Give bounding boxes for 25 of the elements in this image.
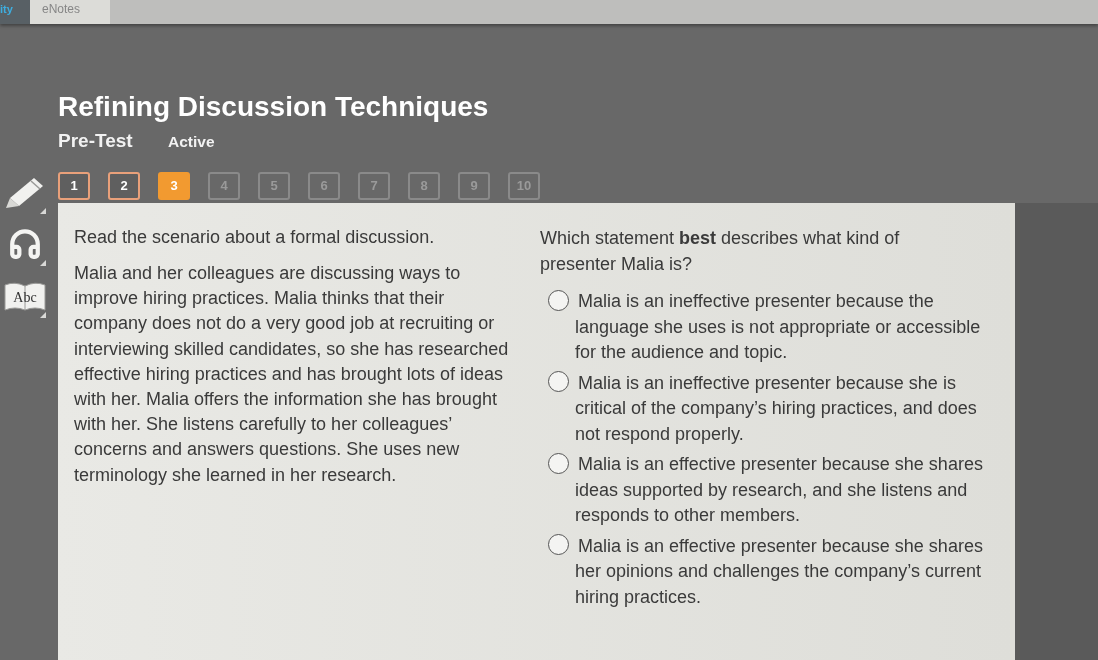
answer-option[interactable]: Malia is an effective presenter because she shares her opinions and challenges the company’s current hiring practices. bbox=[540, 533, 993, 610]
corner-triangle-icon bbox=[40, 312, 46, 318]
passage-instruction: Read the scenario about a formal discussion. bbox=[74, 226, 436, 249]
headphones-icon bbox=[8, 227, 42, 261]
tool-button[interactable]: Abc bbox=[0, 274, 50, 318]
question-number-button[interactable]: 2 bbox=[108, 172, 140, 200]
test-name: Pre-Test bbox=[58, 130, 134, 152]
corner-triangle-icon bbox=[40, 260, 46, 266]
cut-off-label: ity bbox=[0, 3, 13, 16]
answer-option[interactable]: Malia is an ineffective presenter because she is critical of the company’s hiring practices, and does not respond properly. bbox=[540, 370, 993, 447]
corner-triangle-icon bbox=[40, 208, 46, 214]
passage-text: Malia and her colleagues are discussing ways to improve hiring practices. Malia thinks that their company does not do a very good job at recruiting or interviewing skilled candidates, so she has researched effective hiring practices and has brought lots of ideas with her. Malia offers the information she has brought with her. She listens carefully to her colleagues’ concerns and answers questions. She uses new terminology she learned in her research. bbox=[74, 262, 510, 487]
question-prompt: Which statement best describes what kind of presenter Malia is? bbox=[540, 227, 901, 276]
dictionary-book-icon: Abc bbox=[4, 281, 46, 311]
test-status: Active bbox=[168, 132, 215, 152]
radio-button[interactable] bbox=[548, 452, 569, 474]
answer-option[interactable]: Malia is an effective presenter because she shares ideas supported by research, and she listens and responds to other members. bbox=[540, 452, 993, 529]
question-number-button[interactable]: 3 bbox=[158, 172, 190, 200]
browser-tab[interactable]: eNotes bbox=[30, 0, 110, 24]
page-title: Refining Discussion Techniques bbox=[58, 92, 490, 122]
answer-option[interactable]: Malia is an ineffective presenter because the language she uses is not appropriate or accessible for the audience and topic. bbox=[540, 289, 993, 366]
question-number-button[interactable]: 1 bbox=[58, 172, 90, 200]
radio-button[interactable] bbox=[548, 289, 569, 311]
radio-button[interactable] bbox=[548, 534, 569, 556]
radio-button[interactable] bbox=[548, 371, 569, 393]
